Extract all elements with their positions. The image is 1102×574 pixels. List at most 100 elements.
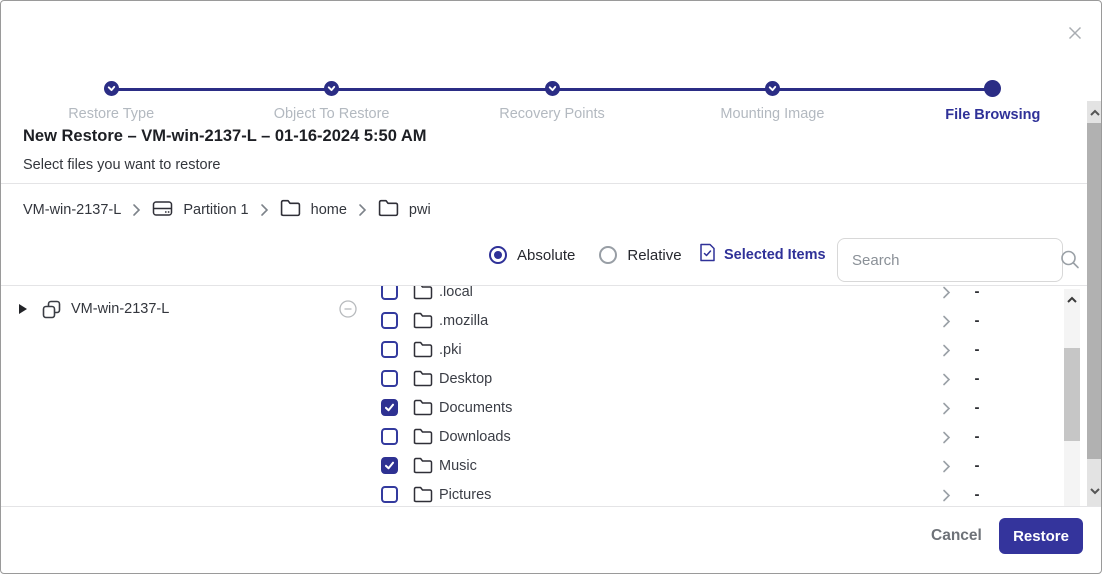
file-list-scrollbar[interactable] — [1064, 289, 1080, 506]
footer-divider — [1, 506, 1102, 507]
radio-label: Absolute — [517, 247, 575, 264]
step-check-icon — [106, 83, 117, 94]
file-name: Music — [439, 458, 477, 474]
row-checkbox[interactable] — [381, 312, 398, 329]
search-icon[interactable] — [1059, 249, 1081, 271]
file-size: - — [969, 451, 985, 480]
wizard-stepper: Restore Type Object To Restore Recovery … — [1, 41, 1102, 87]
search-input[interactable] — [838, 252, 1059, 269]
breadcrumb: VM-win-2137-L Partition 1 home pwi — [23, 196, 431, 224]
path-mode-radio-group: Absolute Relative — [489, 233, 682, 277]
chevron-right-icon[interactable] — [942, 431, 951, 444]
radio-option-relative[interactable]: Relative — [599, 246, 681, 264]
row-checkbox[interactable] — [381, 457, 398, 474]
chevron-right-icon[interactable] — [942, 315, 951, 328]
radio-option-absolute[interactable]: Absolute — [489, 246, 575, 264]
row-checkbox[interactable] — [381, 370, 398, 387]
row-checkbox[interactable] — [381, 341, 398, 358]
step-label: File Browsing — [945, 107, 1040, 123]
file-size: - — [969, 364, 985, 393]
table-row: .pki - — [367, 335, 1063, 364]
chevron-right-icon[interactable] — [942, 402, 951, 415]
scroll-up-icon[interactable] — [1066, 292, 1078, 310]
step-dot — [984, 80, 1001, 97]
row-checkbox[interactable] — [381, 399, 398, 416]
step-dot — [324, 81, 339, 96]
chevron-right-icon — [358, 203, 367, 217]
breadcrumb-label: VM-win-2137-L — [23, 202, 121, 218]
file-size: - — [969, 422, 985, 451]
row-checkbox[interactable] — [381, 428, 398, 445]
table-row: .local - — [367, 286, 1063, 306]
folder-icon — [378, 199, 399, 221]
chevron-right-icon[interactable] — [942, 373, 951, 386]
folder-icon — [413, 457, 433, 474]
stepper-step[interactable]: Mounting Image — [662, 81, 882, 123]
partial-selection-icon[interactable] — [339, 300, 357, 318]
stepper-step[interactable]: Recovery Points — [442, 81, 662, 123]
step-label: Object To Restore — [274, 106, 390, 122]
file-size: - — [969, 393, 985, 422]
scrollbar-thumb[interactable] — [1064, 348, 1080, 441]
file-name: .pki — [439, 342, 462, 358]
vm-clone-icon — [41, 299, 62, 320]
folder-icon — [413, 486, 433, 503]
dialog-scrollbar[interactable] — [1087, 101, 1102, 506]
scroll-up-icon[interactable] — [1089, 105, 1101, 123]
file-list: .local - .mozilla - .pki - — [367, 286, 1063, 506]
chevron-right-icon[interactable] — [942, 489, 951, 502]
chevron-right-icon — [260, 203, 269, 217]
folder-icon — [413, 428, 433, 445]
folder-icon — [280, 199, 301, 221]
stepper-step[interactable]: Object To Restore — [221, 81, 441, 123]
expand-arrow-icon[interactable] — [19, 304, 27, 314]
folder-icon — [413, 286, 433, 300]
header-divider — [1, 183, 1087, 184]
file-name: Downloads — [439, 429, 511, 445]
file-size: - — [969, 335, 985, 364]
chevron-right-icon[interactable] — [942, 286, 951, 299]
step-dot — [545, 81, 560, 96]
restore-button[interactable]: Restore — [999, 518, 1083, 554]
stepper-step[interactable]: File Browsing — [883, 81, 1102, 123]
page-subtitle: Select files you want to restore — [23, 157, 220, 173]
row-checkbox[interactable] — [381, 486, 398, 503]
close-icon[interactable] — [1067, 25, 1083, 41]
scrollbar-thumb[interactable] — [1087, 123, 1102, 459]
row-checkbox[interactable] — [381, 286, 398, 300]
file-name: Documents — [439, 400, 512, 416]
file-size: - — [969, 286, 985, 306]
file-size: - — [969, 480, 985, 506]
source-tree-panel: VM-win-2137-L — [1, 286, 367, 506]
chevron-right-icon[interactable] — [942, 460, 951, 473]
chevron-right-icon — [132, 203, 141, 217]
cancel-button[interactable]: Cancel — [923, 522, 990, 550]
step-check-icon — [326, 83, 337, 94]
radio-icon — [599, 246, 617, 264]
file-name: .local — [439, 286, 473, 300]
table-row: .mozilla - — [367, 306, 1063, 335]
stepper-step[interactable]: Restore Type — [1, 81, 221, 123]
chevron-right-icon[interactable] — [942, 344, 951, 357]
folder-icon — [413, 341, 433, 358]
breadcrumb-item[interactable]: Partition 1 — [152, 199, 248, 222]
step-dot — [765, 81, 780, 96]
scroll-down-icon[interactable] — [1089, 483, 1101, 501]
selected-items-button[interactable]: Selected Items — [699, 233, 826, 277]
breadcrumb-item[interactable]: pwi — [378, 199, 431, 221]
table-row: Documents - — [367, 393, 1063, 422]
folder-icon — [413, 312, 433, 329]
document-check-icon — [699, 243, 716, 267]
breadcrumb-label: Partition 1 — [183, 202, 248, 218]
radio-label: Relative — [627, 247, 681, 264]
file-name: Desktop — [439, 371, 492, 387]
radio-icon — [489, 246, 507, 264]
page-title: New Restore – VM-win-2137-L – 01-16-2024… — [23, 127, 427, 146]
disk-icon — [152, 199, 173, 222]
file-name: Pictures — [439, 487, 491, 503]
breadcrumb-item[interactable]: VM-win-2137-L — [23, 202, 121, 218]
tree-node-vm[interactable]: VM-win-2137-L — [1, 294, 367, 324]
step-check-icon — [767, 83, 778, 94]
breadcrumb-item[interactable]: home — [280, 199, 347, 221]
table-row: Downloads - — [367, 422, 1063, 451]
